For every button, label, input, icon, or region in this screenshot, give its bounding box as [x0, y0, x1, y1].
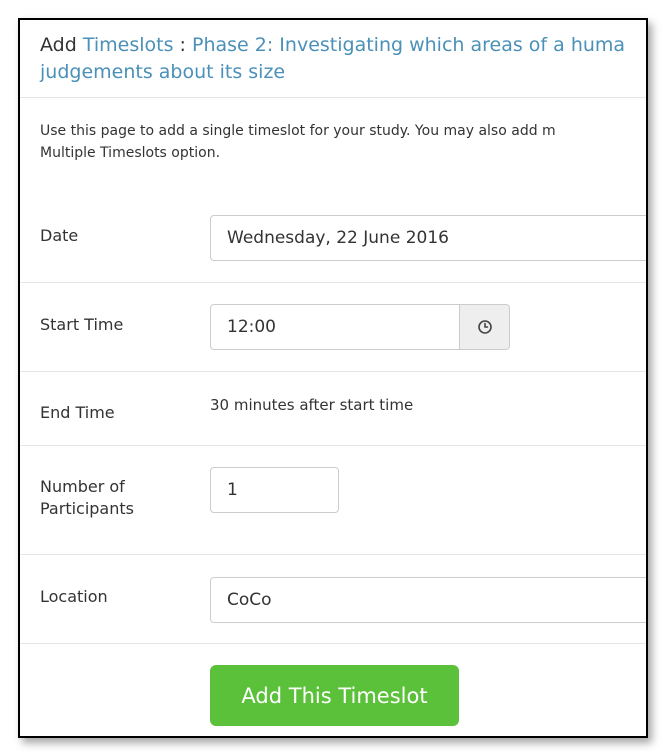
page-frame: Add Timeslots : Phase 2: Investigating w…: [18, 18, 648, 738]
clock-button[interactable]: [460, 304, 510, 350]
start-time-input[interactable]: [210, 304, 460, 350]
intro-text: Use this page to add a single timeslot f…: [40, 120, 646, 164]
divider: [20, 371, 646, 372]
timeslots-link[interactable]: Timeslots: [83, 34, 174, 56]
location-label: Location: [40, 587, 108, 606]
divider: [20, 97, 646, 98]
divider: [20, 445, 646, 446]
location-input[interactable]: [210, 577, 646, 623]
participants-input[interactable]: [210, 467, 339, 513]
intro-line-1: Use this page to add a single timeslot f…: [40, 123, 556, 139]
end-time-value: 30 minutes after start time: [210, 396, 414, 414]
date-label: Date: [40, 226, 79, 245]
study-link[interactable]: Phase 2: Investigating which areas of a …: [192, 34, 625, 56]
page-title: Add Timeslots : Phase 2: Investigating w…: [40, 32, 646, 86]
end-time-label: End Time: [40, 403, 115, 422]
divider: [20, 554, 646, 555]
divider: [20, 643, 646, 644]
study-link-continued[interactable]: judgements about its size: [40, 59, 646, 86]
add-timeslot-button[interactable]: Add This Timeslot: [210, 665, 459, 726]
title-prefix: Add: [40, 34, 77, 56]
intro-line-2: Multiple Timeslots option.: [40, 145, 221, 161]
start-time-label: Start Time: [40, 315, 124, 334]
participants-label-line-1: Number of: [40, 477, 125, 496]
participants-label-line-2: Participants: [40, 499, 134, 518]
date-input[interactable]: [210, 215, 646, 261]
title-separator: :: [179, 34, 186, 56]
clock-icon: [477, 320, 492, 334]
participants-label: Number of Participants: [40, 476, 134, 520]
divider: [20, 282, 646, 283]
